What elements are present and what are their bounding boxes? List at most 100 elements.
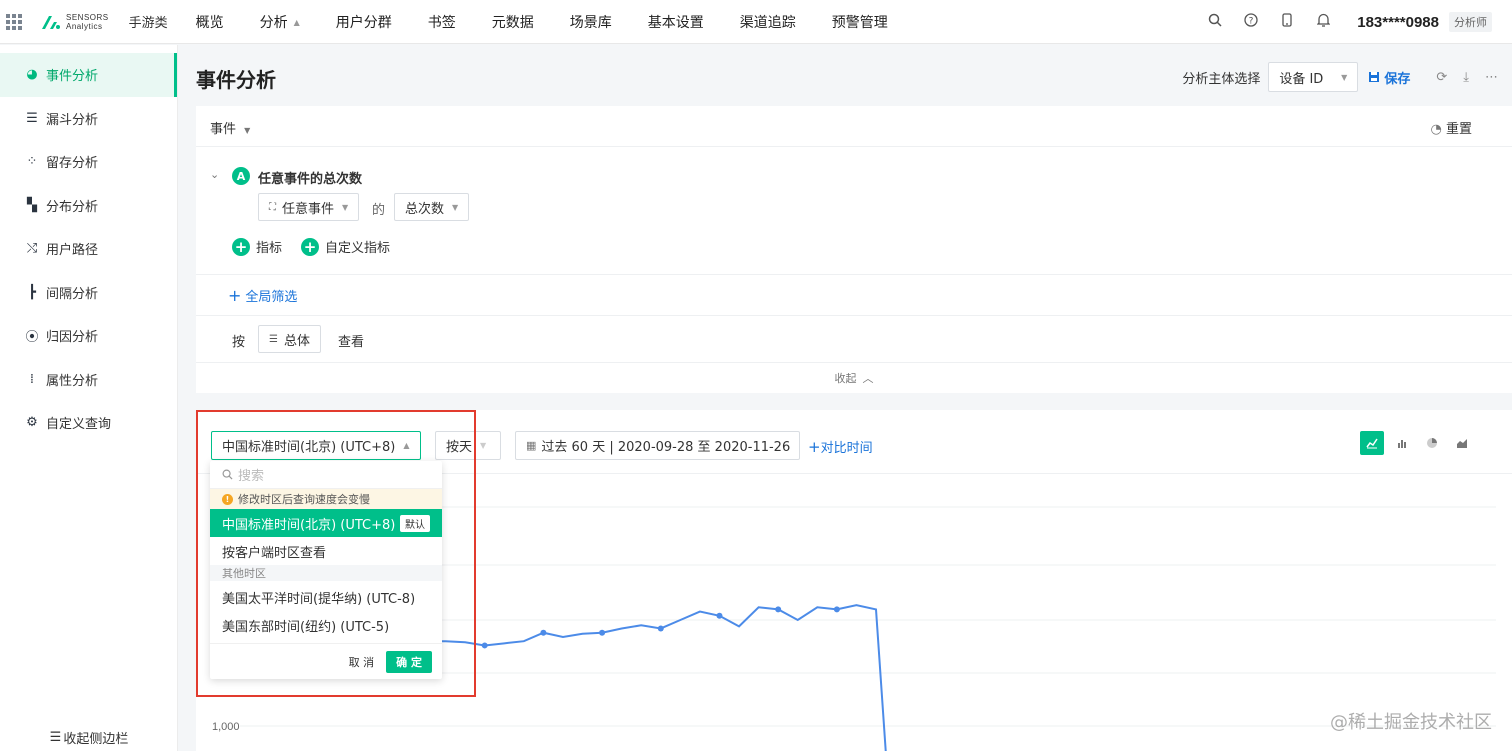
logo-text-line1: SENSORS	[66, 12, 109, 22]
nav-item[interactable]: 基本设置	[648, 12, 722, 32]
nav-item[interactable]: 分析 ▲	[260, 12, 318, 32]
bell-icon[interactable]	[1305, 13, 1341, 31]
collapse-metric-icon[interactable]: ⌄	[210, 168, 219, 181]
sidebar-item[interactable]: ☰ 漏斗分析	[0, 97, 177, 141]
query-card: 事件 ▼ ◔ 重置 ⌄ A 任意事件的总次数 ⛶ 任意事件 ▼ 的 总次数 ▼ …	[196, 106, 1512, 393]
save-icon	[1369, 72, 1380, 82]
download-icon[interactable]: ⤓	[1463, 70, 1469, 85]
more-icon[interactable]: ⋯	[1485, 70, 1498, 85]
event-dropdown[interactable]: 事件 ▼	[210, 118, 250, 137]
chevron-up-icon: ▲	[403, 441, 410, 450]
global-filter-button[interactable]: + 全局筛选	[228, 286, 297, 305]
group-by-select[interactable]: ☰ 总体	[258, 325, 321, 353]
plus-icon: +	[232, 237, 250, 256]
pie-chart-icon[interactable]	[1420, 431, 1444, 455]
compare-time-button[interactable]: +对比时间	[808, 437, 873, 456]
nav-item[interactable]: 用户分群	[336, 12, 410, 32]
nav-item[interactable]: 预警管理	[832, 12, 906, 32]
confirm-button[interactable]: 确 定	[386, 650, 432, 673]
nav-item[interactable]: 概览	[196, 12, 242, 32]
event-type-icon: ⛶	[269, 201, 276, 213]
metric-title: 任意事件的总次数	[258, 172, 363, 187]
cancel-button[interactable]: 取 消	[349, 654, 375, 670]
plus-icon: +	[808, 438, 821, 456]
timezone-dropdown: 搜索 ! 修改时区后查询速度会变慢 中国标准时间(北京) (UTC+8) 默认 …	[210, 461, 442, 679]
sidebar-item-label: 属性分析	[46, 373, 99, 389]
custom-query-icon: ⚙	[26, 415, 38, 431]
sidebar-item[interactable]: ⁞ 属性分析	[0, 358, 177, 402]
data-point[interactable]	[540, 629, 547, 636]
top-nav: SENSORS Analytics 手游类 概览 分析 ▲ 用户分群 书签 元数据 场景库 基…	[0, 0, 1512, 44]
sidebar-item[interactable]: ◕ 事件分析	[0, 53, 177, 97]
list-icon: ☰	[269, 333, 278, 345]
default-badge: 默认	[400, 515, 430, 532]
timezone-option-selected[interactable]: 中国标准时间(北京) (UTC+8) 默认	[210, 509, 442, 537]
sidebar-item[interactable]: ▚ 分布分析	[0, 184, 177, 228]
timezone-search-input[interactable]: 搜索	[210, 461, 442, 489]
logo[interactable]: SENSORS Analytics	[40, 13, 109, 31]
add-custom-metric-button[interactable]: + 自定义指标	[301, 237, 390, 256]
save-label: 保存	[1384, 71, 1411, 87]
refresh-icon[interactable]: ⟳	[1436, 70, 1447, 85]
plus-icon: +	[228, 286, 242, 305]
watermark: @稀土掘金技术社区	[1330, 712, 1492, 733]
timezone-option-client[interactable]: 按客户端时区查看	[210, 537, 442, 565]
sidebar-item[interactable]: ⤭ 用户路径	[0, 227, 177, 271]
timezone-select[interactable]: 中国标准时间(北京) (UTC+8) ▲	[211, 431, 421, 460]
user-path-icon: ⤭	[26, 241, 38, 257]
attribution-icon: ⦿	[25, 330, 39, 346]
reset-button[interactable]: ◔ 重置	[1431, 118, 1473, 137]
bar-chart-icon[interactable]	[1390, 431, 1414, 455]
event-select[interactable]: ⛶ 任意事件 ▼	[258, 193, 360, 221]
project-name[interactable]: 手游类	[129, 12, 168, 31]
collapse-sidebar-button[interactable]: ☰ 收起侧边栏	[0, 723, 178, 751]
sidebar-item[interactable]: ⦿ 归因分析	[0, 314, 177, 358]
granularity-value: 按天	[446, 440, 473, 455]
view-label: 查看	[338, 335, 365, 350]
add-custom-metric-label: 自定义指标	[325, 241, 391, 256]
sidebar-item[interactable]: ⁘ 留存分析	[0, 140, 177, 184]
warning-text: 修改时区后查询速度会变慢	[238, 493, 370, 506]
sidebar-item-label: 用户路径	[46, 243, 99, 259]
mobile-icon[interactable]	[1269, 13, 1305, 31]
save-button[interactable]: 保存	[1368, 68, 1410, 87]
nav-item[interactable]: 渠道追踪	[740, 12, 814, 32]
of-label: 的	[372, 203, 386, 218]
area-chart-icon[interactable]	[1450, 431, 1474, 455]
subject-select[interactable]: 设备 ID ▼	[1268, 62, 1359, 92]
retention-icon: ⁘	[26, 154, 38, 170]
collapse-query-button[interactable]: 收起 ︿	[196, 363, 1512, 393]
measure-select-value: 总次数	[405, 201, 445, 217]
sidebar-item-label: 分布分析	[46, 199, 99, 215]
chevron-down-icon: ▼	[1341, 72, 1348, 82]
granularity-select[interactable]: 按天 ▼	[435, 431, 501, 460]
data-point[interactable]	[833, 606, 840, 613]
line-chart-icon[interactable]	[1360, 431, 1384, 455]
sidebar-item-label: 漏斗分析	[46, 112, 99, 128]
help-icon[interactable]: ?	[1233, 13, 1269, 31]
chevron-up-icon: ︿	[862, 372, 874, 385]
nav-item-label: 渠道追踪	[739, 14, 796, 31]
nav-item-label: 用户分群	[335, 14, 392, 31]
event-select-value: 任意事件	[282, 201, 335, 217]
nav-item[interactable]: 书签	[428, 12, 474, 32]
user-account[interactable]: 183****0988	[1357, 14, 1439, 31]
timezone-option[interactable]: 美国太平洋时间(提华纳) (UTC-8)	[210, 583, 442, 611]
sidebar-item[interactable]: ┣ 间隔分析	[0, 271, 177, 315]
data-point[interactable]	[599, 629, 606, 636]
other-timezones-group-label: 其他时区	[210, 565, 442, 581]
search-icon[interactable]	[1197, 13, 1233, 31]
add-metric-button[interactable]: + 指标	[232, 237, 282, 256]
sidebar-item[interactable]: ⚙ 自定义查询	[0, 401, 177, 445]
data-point[interactable]	[716, 612, 723, 619]
measure-select[interactable]: 总次数 ▼	[394, 193, 470, 221]
data-point[interactable]	[657, 625, 664, 632]
nav-item[interactable]: 场景库	[570, 12, 630, 32]
data-point[interactable]	[775, 606, 782, 613]
event-analysis-icon: ◕	[26, 67, 38, 83]
date-range-picker[interactable]: ▦ 过去 60 天 | 2020-09-28 至 2020-11-26	[515, 431, 800, 460]
app-grid-icon[interactable]	[6, 13, 22, 30]
nav-item[interactable]: 元数据	[492, 12, 552, 32]
data-point[interactable]	[481, 642, 488, 649]
timezone-option[interactable]: 美国东部时间(纽约) (UTC-5)	[210, 611, 442, 639]
